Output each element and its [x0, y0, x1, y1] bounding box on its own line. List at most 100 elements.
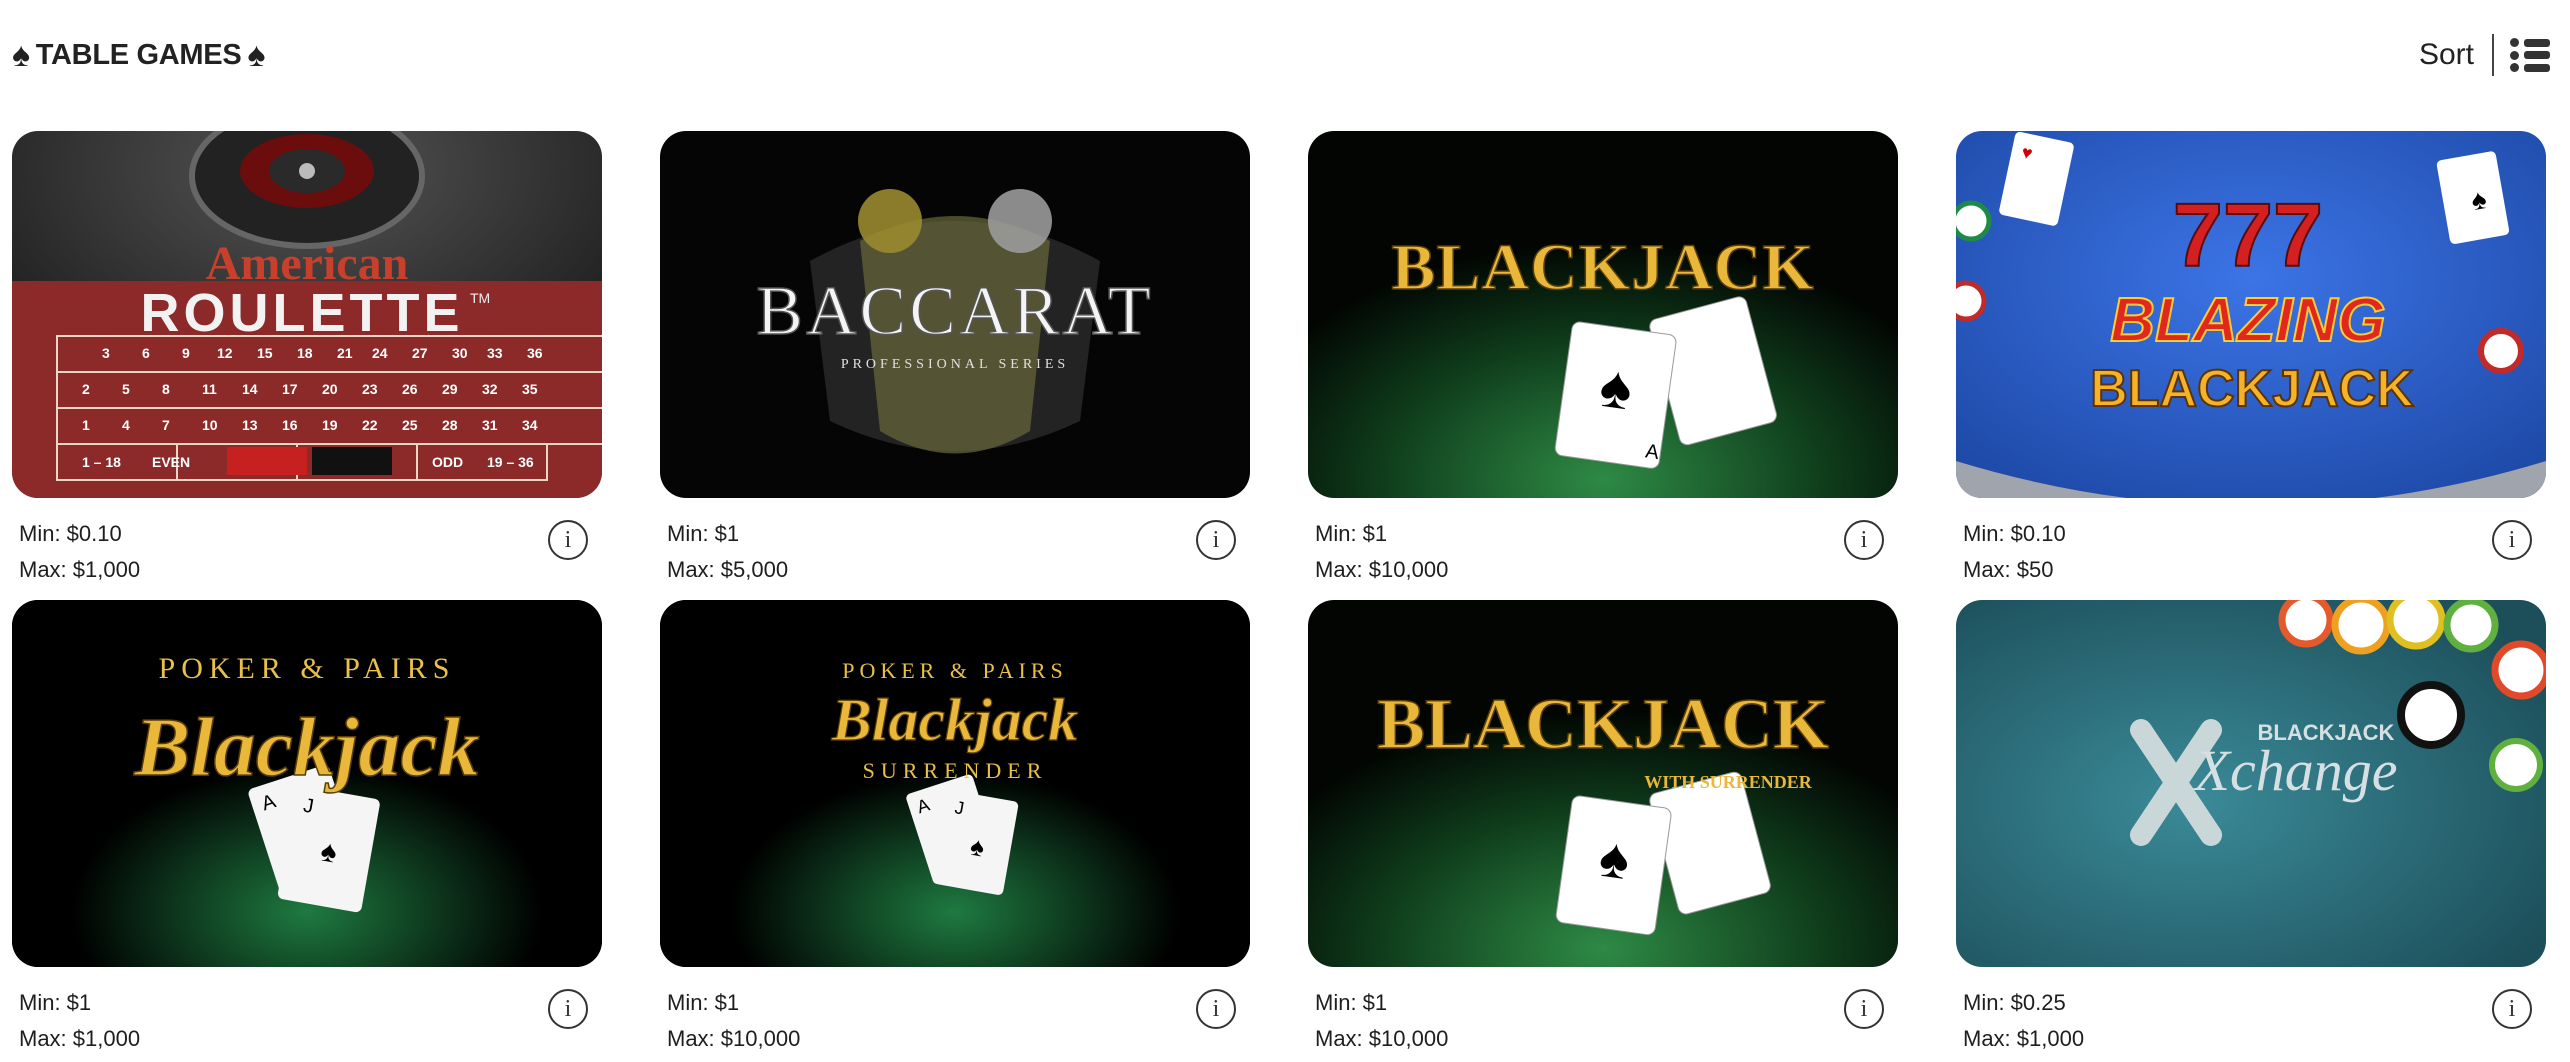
svg-text:18: 18	[297, 345, 313, 361]
svg-text:22: 22	[362, 417, 378, 433]
svg-text:25: 25	[402, 417, 418, 433]
header: ♠ TABLE GAMES ♠ Sort	[12, 32, 2550, 82]
max-bet: Max: $1,000	[19, 557, 141, 582]
list-view-icon[interactable]	[2510, 35, 2550, 75]
poker-pairs-blackjack-art: A J♠ POKER & PAIRS Blackjack	[12, 600, 602, 967]
svg-text:26: 26	[402, 381, 418, 397]
svg-text:30: 30	[452, 345, 468, 361]
blackjack-art: ♠ A BLACKJACK	[1308, 131, 1898, 498]
svg-text:4: 4	[122, 417, 130, 433]
max-bet: Max: $10,000	[1315, 1026, 1449, 1051]
blackjack-title: BLACKJACK	[1377, 684, 1829, 764]
info-icon[interactable]: i	[2492, 520, 2532, 560]
blazing-777: 777	[2173, 186, 2323, 286]
game-card[interactable]: ♥ ♠ 777 BLAZING BLACKJACK Min: $0.10 Max…	[1956, 131, 2546, 600]
game-thumbnail[interactable]: ♠ A BLACKJACK	[1308, 131, 1898, 498]
game-meta: Min: $1 Max: $10,000 i	[1308, 967, 1898, 1062]
svg-text:5: 5	[122, 381, 130, 397]
svg-text:12: 12	[217, 345, 233, 361]
svg-text:1: 1	[82, 417, 90, 433]
game-meta: Min: $1 Max: $10,000 i	[660, 967, 1250, 1062]
game-card[interactable]: BLACKJACK Xchange Min: $0.25 Max: $1,000…	[1956, 600, 2546, 1062]
baccarat-subtitle: PROFESSIONAL SERIES	[841, 357, 1069, 372]
svg-text:10: 10	[202, 417, 218, 433]
max-bet: Max: $10,000	[667, 1026, 801, 1051]
divider	[2492, 34, 2494, 76]
game-thumbnail[interactable]: A J ♠ POKER & PAIRS Blackjack	[12, 600, 602, 967]
svg-text:16: 16	[282, 417, 298, 433]
game-thumbnail[interactable]: A J ♠ POKER & PAIRS Blackjack SURRENDER	[660, 600, 1250, 967]
surrender-subtitle: SURRENDER	[863, 758, 1048, 783]
page-title-text: TABLE GAMES	[35, 38, 242, 71]
blackjack-title: BLACKJACK	[1391, 231, 1814, 304]
game-card[interactable]: 3 6 9 12 15 18 21 24 27 30 33 36 2 5 8 11 14 17 20 23 26 29 3…	[12, 131, 602, 600]
info-icon[interactable]: i	[548, 520, 588, 560]
svg-text:7: 7	[162, 417, 170, 433]
svg-text:33: 33	[487, 345, 503, 361]
baccarat-art: BACCARAT PROFESSIONAL SERIES	[660, 131, 1250, 498]
svg-text:2: 2	[82, 381, 90, 397]
game-card[interactable]: BACCARAT PROFESSIONAL SERIES Min: $1 Max…	[660, 131, 1250, 600]
sort-button[interactable]: Sort	[2419, 38, 2492, 72]
roulette-title-line2: ROULETTE	[141, 283, 464, 343]
info-icon[interactable]: i	[1196, 520, 1236, 560]
svg-text:21: 21	[337, 345, 353, 361]
svg-text:11: 11	[202, 381, 217, 397]
page-title: ♠ TABLE GAMES ♠	[12, 38, 265, 72]
svg-text:29: 29	[442, 381, 458, 397]
blazing-subtitle: BLACKJACK	[2090, 360, 2414, 418]
svg-text:8: 8	[162, 381, 170, 397]
game-meta: Min: $0.25 Max: $1,000 i	[1956, 967, 2546, 1062]
game-card[interactable]: ♠ A BLACKJACK Min: $1 Max: $10,000 i	[1308, 131, 1898, 600]
svg-text:17: 17	[282, 381, 298, 397]
max-bet: Max: $1,000	[19, 1026, 141, 1051]
poker-pairs-tagline: POKER & PAIRS	[842, 658, 1068, 683]
game-meta: Min: $0.10 Max: $1,000 i	[12, 498, 602, 600]
blazing-title: BLAZING	[2110, 286, 2386, 355]
svg-text:20: 20	[322, 381, 338, 397]
svg-text:14: 14	[242, 381, 258, 397]
game-thumbnail[interactable]: 3 6 9 12 15 18 21 24 27 30 33 36 2 5 8 11 14 17 20 23 26 29 3…	[12, 131, 602, 498]
game-thumbnail[interactable]: BLACKJACK Xchange	[1956, 600, 2546, 967]
game-meta: Min: $1 Max: $5,000 i	[660, 498, 1250, 600]
svg-text:31: 31	[482, 417, 498, 433]
poker-pairs-title: Blackjack	[831, 687, 1079, 753]
game-thumbnail[interactable]: BACCARAT PROFESSIONAL SERIES	[660, 131, 1250, 498]
game-card[interactable]: A J ♠ POKER & PAIRS Blackjack SURRENDER M…	[660, 600, 1250, 1062]
svg-text:3: 3	[102, 345, 110, 361]
blackjack-surrender-art: ♠ BLACKJACK WITH SURRENDER	[1308, 600, 1898, 967]
info-icon[interactable]: i	[548, 989, 588, 1029]
game-card[interactable]: ♠ BLACKJACK WITH SURRENDER Min: $1 Max: …	[1308, 600, 1898, 1062]
svg-text:28: 28	[442, 417, 458, 433]
poker-pairs-title: Blackjack	[133, 701, 479, 794]
svg-text:6: 6	[142, 345, 150, 361]
game-thumbnail[interactable]: ♥ ♠ 777 BLAZING BLACKJACK	[1956, 131, 2546, 498]
surrender-subtitle: WITH SURRENDER	[1644, 772, 1813, 792]
trademark: TM	[470, 290, 490, 306]
min-bet: Min: $0.10	[19, 521, 122, 546]
spade-icon: ♠	[247, 36, 266, 74]
min-bet: Min: $1	[1315, 521, 1388, 546]
baccarat-title: BACCARAT	[756, 273, 1153, 350]
info-icon[interactable]: i	[2492, 989, 2532, 1029]
game-thumbnail[interactable]: ♠ BLACKJACK WITH SURRENDER	[1308, 600, 1898, 967]
svg-text:32: 32	[482, 381, 498, 397]
max-bet: Max: $1,000	[1963, 1026, 2085, 1051]
game-card[interactable]: A J ♠ POKER & PAIRS Blackjack Min: $1 Max…	[12, 600, 602, 1062]
info-icon[interactable]: i	[1844, 989, 1884, 1029]
max-bet: Max: $5,000	[667, 557, 789, 582]
game-meta: Min: $1 Max: $1,000 i	[12, 967, 602, 1062]
blackjack-xchange-art: BLACKJACK Xchange	[1956, 600, 2546, 967]
svg-text:9: 9	[182, 345, 190, 361]
svg-text:34: 34	[522, 417, 538, 433]
svg-text:19 – 36: 19 – 36	[487, 454, 534, 470]
info-icon[interactable]: i	[1844, 520, 1884, 560]
game-grid: 3 6 9 12 15 18 21 24 27 30 33 36 2 5 8 11 14 17 20 23 26 29 3…	[12, 131, 2546, 1062]
svg-text:27: 27	[412, 345, 428, 361]
min-bet: Min: $1	[667, 521, 740, 546]
max-bet: Max: $10,000	[1315, 557, 1449, 582]
poker-pairs-tagline: POKER & PAIRS	[159, 652, 456, 685]
svg-text:23: 23	[362, 381, 378, 397]
sort-controls: Sort	[2419, 32, 2550, 78]
info-icon[interactable]: i	[1196, 989, 1236, 1029]
